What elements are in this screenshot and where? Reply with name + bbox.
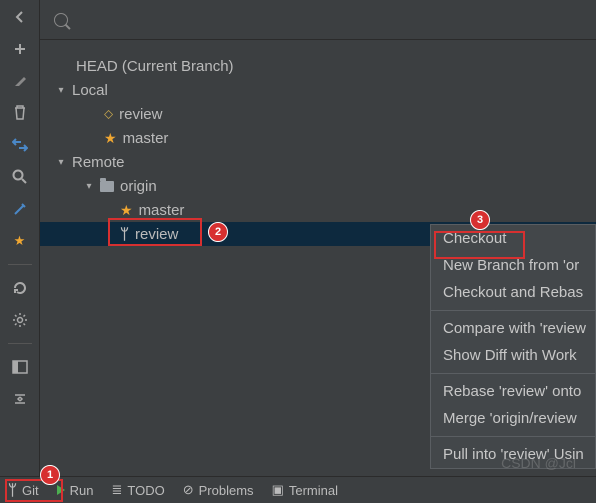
terminal-label: Terminal xyxy=(289,483,338,498)
terminal-tab[interactable]: ▣ Terminal xyxy=(272,482,338,498)
layout-icon[interactable] xyxy=(9,356,31,378)
branch-icon: ᛘ xyxy=(120,226,129,243)
local-branch-review[interactable]: ⬦ review xyxy=(40,102,596,126)
star-icon: ★ xyxy=(104,130,117,147)
menu-separator xyxy=(431,436,595,437)
wand-icon[interactable] xyxy=(9,198,31,220)
menu-merge[interactable]: Merge 'origin/review xyxy=(431,405,595,432)
toolbar-separator xyxy=(8,264,32,265)
toolbar-separator xyxy=(8,343,32,344)
search-icon[interactable] xyxy=(9,166,31,188)
gear-icon[interactable] xyxy=(9,309,31,331)
run-label: Run xyxy=(70,483,94,498)
refresh-icon[interactable] xyxy=(9,277,31,299)
alert-icon: ⊘ xyxy=(183,482,194,498)
branch-label: master xyxy=(123,130,169,147)
local-group[interactable]: ▾ Local xyxy=(40,78,596,102)
search-bar[interactable] xyxy=(40,0,596,40)
remote-group[interactable]: ▾ Remote xyxy=(40,150,596,174)
callout-3: 3 xyxy=(470,210,490,230)
menu-checkout-rebase[interactable]: Checkout and Rebas xyxy=(431,279,595,306)
git-label: Git xyxy=(22,483,39,498)
git-tab[interactable]: ᛘ Git xyxy=(8,482,39,499)
chevron-down-icon: ▾ xyxy=(56,157,66,168)
terminal-icon: ▣ xyxy=(272,482,284,498)
menu-separator xyxy=(431,373,595,374)
branch-icon: ᛘ xyxy=(8,482,17,499)
local-branch-master[interactable]: ★ master xyxy=(40,126,596,150)
compare-arrows-icon[interactable] xyxy=(9,134,31,156)
branch-label: review xyxy=(119,106,162,123)
favorite-icon[interactable]: ★ xyxy=(9,230,31,252)
head-branch-row[interactable]: HEAD (Current Branch) xyxy=(40,54,596,78)
edit-icon[interactable] xyxy=(9,70,31,92)
collapse-icon[interactable] xyxy=(9,388,31,410)
menu-rebase[interactable]: Rebase 'review' onto xyxy=(431,378,595,405)
remote-label: Remote xyxy=(72,154,125,171)
plus-icon[interactable] xyxy=(9,38,31,60)
todo-label: TODO xyxy=(127,483,164,498)
bottom-bar: ᛘ Git Run ≣ TODO ⊘ Problems ▣ Terminal xyxy=(0,476,596,503)
left-toolbar: ★ xyxy=(0,0,40,476)
branch-label: review xyxy=(135,226,178,243)
local-label: Local xyxy=(72,82,108,99)
menu-checkout[interactable]: Checkout xyxy=(431,225,595,252)
menu-show-diff[interactable]: Show Diff with Work xyxy=(431,342,595,369)
callout-2: 2 xyxy=(208,222,228,242)
tag-icon: ⬦ xyxy=(104,106,113,122)
back-icon[interactable] xyxy=(9,6,31,28)
watermark: CSDN @Jcl xyxy=(501,455,576,471)
branch-label: master xyxy=(139,202,185,219)
trash-icon[interactable] xyxy=(9,102,31,124)
chevron-down-icon: ▾ xyxy=(84,181,94,192)
play-icon xyxy=(57,485,65,495)
menu-new-branch[interactable]: New Branch from 'or xyxy=(431,252,595,279)
callout-1: 1 xyxy=(40,465,60,485)
todo-tab[interactable]: ≣ TODO xyxy=(112,482,165,498)
branch-context-menu: Checkout New Branch from 'or Checkout an… xyxy=(430,224,596,469)
remote-branch-master[interactable]: ★ master xyxy=(40,198,596,222)
chevron-down-icon: ▾ xyxy=(56,85,66,96)
menu-compare[interactable]: Compare with 'review xyxy=(431,315,595,342)
star-icon: ★ xyxy=(120,202,133,219)
menu-separator xyxy=(431,310,595,311)
origin-group[interactable]: ▾ origin xyxy=(40,174,596,198)
run-tab[interactable]: Run xyxy=(57,483,94,498)
folder-icon xyxy=(100,181,114,192)
head-label: HEAD (Current Branch) xyxy=(76,58,234,75)
problems-tab[interactable]: ⊘ Problems xyxy=(183,482,254,498)
problems-label: Problems xyxy=(199,483,254,498)
magnifier-icon xyxy=(54,13,68,27)
list-icon: ≣ xyxy=(112,482,123,498)
origin-label: origin xyxy=(120,178,157,195)
